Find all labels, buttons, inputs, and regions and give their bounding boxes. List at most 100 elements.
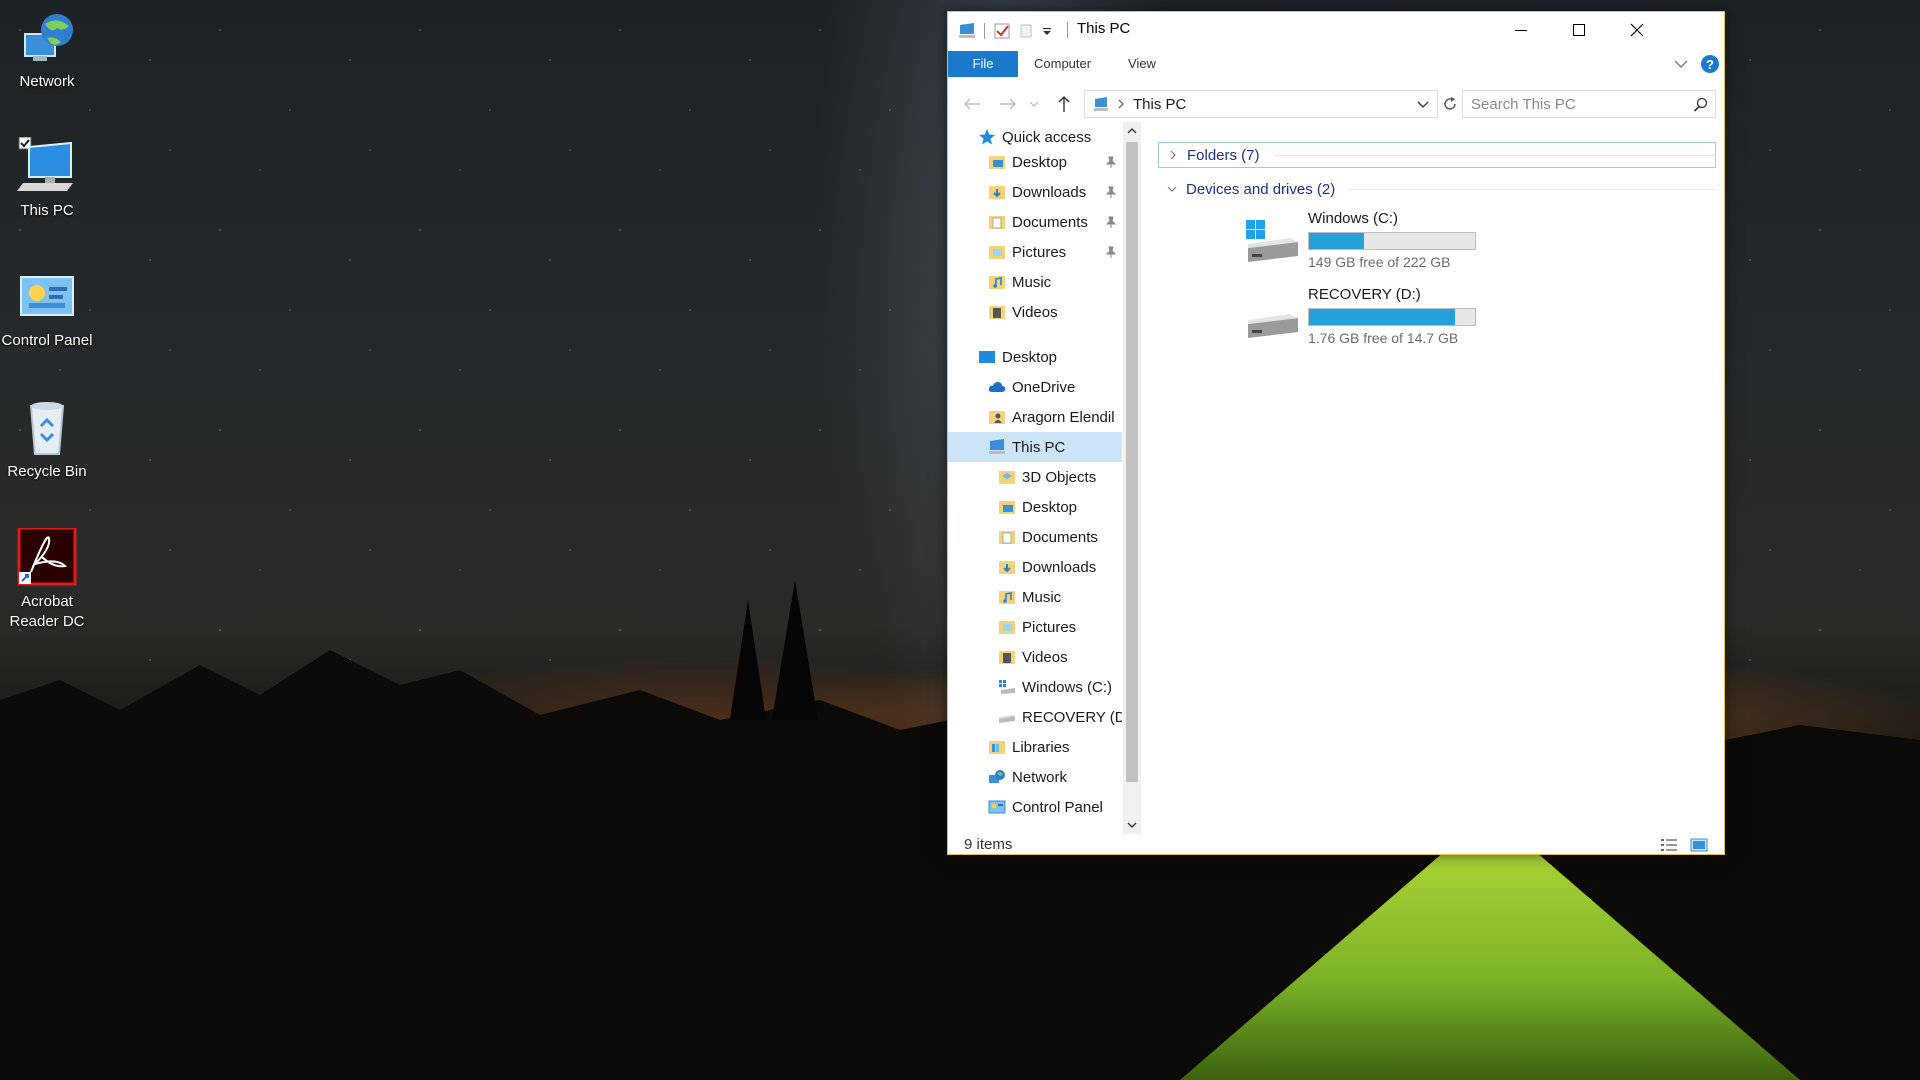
nav-label: Pictures — [1012, 243, 1067, 261]
nav-label: Desktop — [1002, 348, 1058, 366]
tab-computer[interactable]: Computer — [1034, 51, 1091, 77]
ribbon-tab-bar: File Computer View ? — [948, 51, 1724, 77]
desktop-icon-network[interactable]: Network — [0, 8, 94, 92]
nav-label: Videos — [1022, 648, 1068, 666]
nav-item-pc-music[interactable]: Music — [998, 582, 1061, 612]
refresh-button[interactable] — [1438, 92, 1462, 116]
nav-item-quick-pictures[interactable]: Pictures — [988, 237, 1066, 267]
drive-usage-fill — [1309, 233, 1364, 249]
forward-button[interactable] — [996, 92, 1020, 116]
up-button[interactable] — [1052, 92, 1076, 116]
pictures-folder-icon — [999, 621, 1015, 634]
new-folder-icon[interactable] — [1019, 22, 1033, 40]
nav-label: Documents — [1012, 213, 1088, 231]
arrow-up-icon — [1058, 96, 1070, 112]
back-button[interactable] — [960, 92, 984, 116]
desktop-icon-label: Control Panel — [1, 332, 93, 349]
recent-locations-button[interactable] — [1026, 92, 1042, 116]
pin-icon[interactable] — [1105, 147, 1117, 177]
search-box[interactable] — [1462, 90, 1716, 118]
drive-tile-d[interactable]: RECOVERY (D:) 1.76 GB free of 14.7 GB — [1244, 286, 1544, 352]
nav-item-desktop[interactable]: Desktop — [978, 342, 1057, 372]
nav-item-quick-videos[interactable]: Videos — [988, 297, 1058, 327]
nav-item-drive-d[interactable]: RECOVERY (D:) — [998, 702, 1122, 732]
close-button[interactable] — [1608, 12, 1666, 48]
desktop-icon-this-pc[interactable]: This PC — [0, 137, 94, 221]
drive-usage-fill — [1309, 309, 1456, 325]
drive-tile-c[interactable]: Windows (C:) 149 GB free of 222 GB — [1244, 210, 1544, 276]
status-bar: 9 items — [948, 834, 1724, 856]
pin-icon[interactable] — [1105, 177, 1117, 207]
address-box[interactable]: This PC — [1084, 90, 1438, 118]
nav-label: Desktop — [1022, 498, 1078, 516]
nav-item-3d-objects[interactable]: 3D Objects — [998, 462, 1096, 492]
help-icon[interactable]: ? — [1700, 54, 1720, 74]
nav-item-pc-pictures[interactable]: Pictures — [998, 612, 1076, 642]
nav-label: Quick access — [1002, 128, 1092, 146]
desktop-folder-icon — [989, 156, 1005, 169]
nav-item-quick-downloads[interactable]: Downloads — [988, 177, 1086, 207]
large-icons-view-icon[interactable] — [1690, 837, 1708, 853]
scroll-down-arrow-icon[interactable] — [1123, 816, 1141, 834]
nav-item-quick-documents[interactable]: Documents — [988, 207, 1088, 237]
desktop-icon-recycle-bin[interactable]: Recycle Bin — [0, 398, 94, 482]
onedrive-cloud-icon — [988, 382, 1006, 392]
customize-toolbar-dropdown-icon[interactable] — [1041, 22, 1053, 40]
nav-item-pc-downloads[interactable]: Downloads — [998, 552, 1096, 582]
maximize-button[interactable] — [1550, 12, 1608, 48]
nav-item-pc-desktop[interactable]: Desktop — [998, 492, 1077, 522]
arrow-right-icon — [1000, 98, 1016, 110]
computer-monitor-icon — [17, 137, 73, 191]
chevron-down-icon — [1029, 101, 1039, 107]
desktop-icon-control-panel[interactable]: Control Panel — [0, 267, 94, 351]
scroll-up-arrow-icon[interactable] — [1123, 122, 1141, 140]
scrollbar-thumb[interactable] — [1126, 142, 1138, 782]
details-view-icon[interactable] — [1660, 837, 1678, 853]
nav-label: Windows (C:) — [1022, 678, 1113, 696]
nav-item-quick-music[interactable]: Music — [988, 267, 1051, 297]
nav-item-pc-documents[interactable]: Documents — [998, 522, 1098, 552]
tab-file[interactable]: File — [948, 51, 1018, 77]
nav-item-control-panel[interactable]: Control Panel — [988, 792, 1103, 822]
minimize-button[interactable] — [1492, 12, 1550, 48]
svg-text:?: ? — [1706, 57, 1714, 72]
expand-ribbon-chevron-icon[interactable] — [1674, 59, 1688, 69]
search-input[interactable] — [1471, 91, 1681, 117]
videos-folder-icon — [999, 651, 1015, 664]
pin-icon[interactable] — [1105, 207, 1117, 237]
title-bar[interactable]: This PC — [948, 12, 1724, 48]
this-pc-icon — [1094, 97, 1108, 111]
nav-label: RECOVERY (D:) — [1022, 708, 1122, 726]
drive-name: RECOVERY (D:) — [1308, 286, 1421, 303]
nav-item-this-pc[interactable]: This PC — [948, 432, 1122, 462]
drive-name: Windows (C:) — [1308, 210, 1399, 227]
recycle-bin-icon — [29, 402, 65, 455]
content-pane: Folders (7) Devices and drives (2) Windo… — [1148, 122, 1724, 834]
pictures-folder-icon — [989, 246, 1005, 259]
address-dropdown-icon[interactable] — [1417, 100, 1429, 110]
nav-item-user-folder[interactable]: Aragorn Elendil — [988, 402, 1115, 432]
navigation-pane: Quick access Desktop Downloads Documents… — [948, 122, 1122, 834]
music-folder-icon — [989, 276, 1005, 289]
group-header-folders[interactable]: Folders (7) — [1158, 142, 1716, 168]
pin-icon[interactable] — [1105, 237, 1117, 267]
chevron-down-icon — [1167, 186, 1177, 192]
nav-item-quick-desktop[interactable]: Desktop — [988, 147, 1122, 177]
downloads-folder-icon — [999, 561, 1015, 574]
group-header-devices[interactable]: Devices and drives (2) — [1158, 176, 1716, 202]
nav-item-pc-videos[interactable]: Videos — [998, 642, 1068, 672]
acrobat-reader-icon — [17, 528, 77, 586]
nav-item-network[interactable]: Network — [988, 762, 1067, 792]
network-icon — [989, 770, 1005, 783]
breadcrumb-item-this-pc[interactable]: This PC — [1133, 96, 1186, 113]
nav-item-libraries[interactable]: Libraries — [988, 732, 1070, 762]
nav-scrollbar[interactable] — [1123, 122, 1141, 834]
properties-checkmark-icon[interactable] — [993, 22, 1011, 40]
desktop-icon-acrobat-reader[interactable]: Acrobat Reader DC — [0, 528, 94, 632]
nav-label: Documents — [1022, 528, 1098, 546]
control-panel-icon — [20, 276, 74, 316]
tab-view[interactable]: View — [1128, 51, 1156, 77]
nav-item-onedrive[interactable]: OneDrive — [988, 372, 1075, 402]
nav-item-drive-c[interactable]: Windows (C:) — [998, 672, 1112, 702]
search-icon[interactable] — [1693, 97, 1709, 113]
